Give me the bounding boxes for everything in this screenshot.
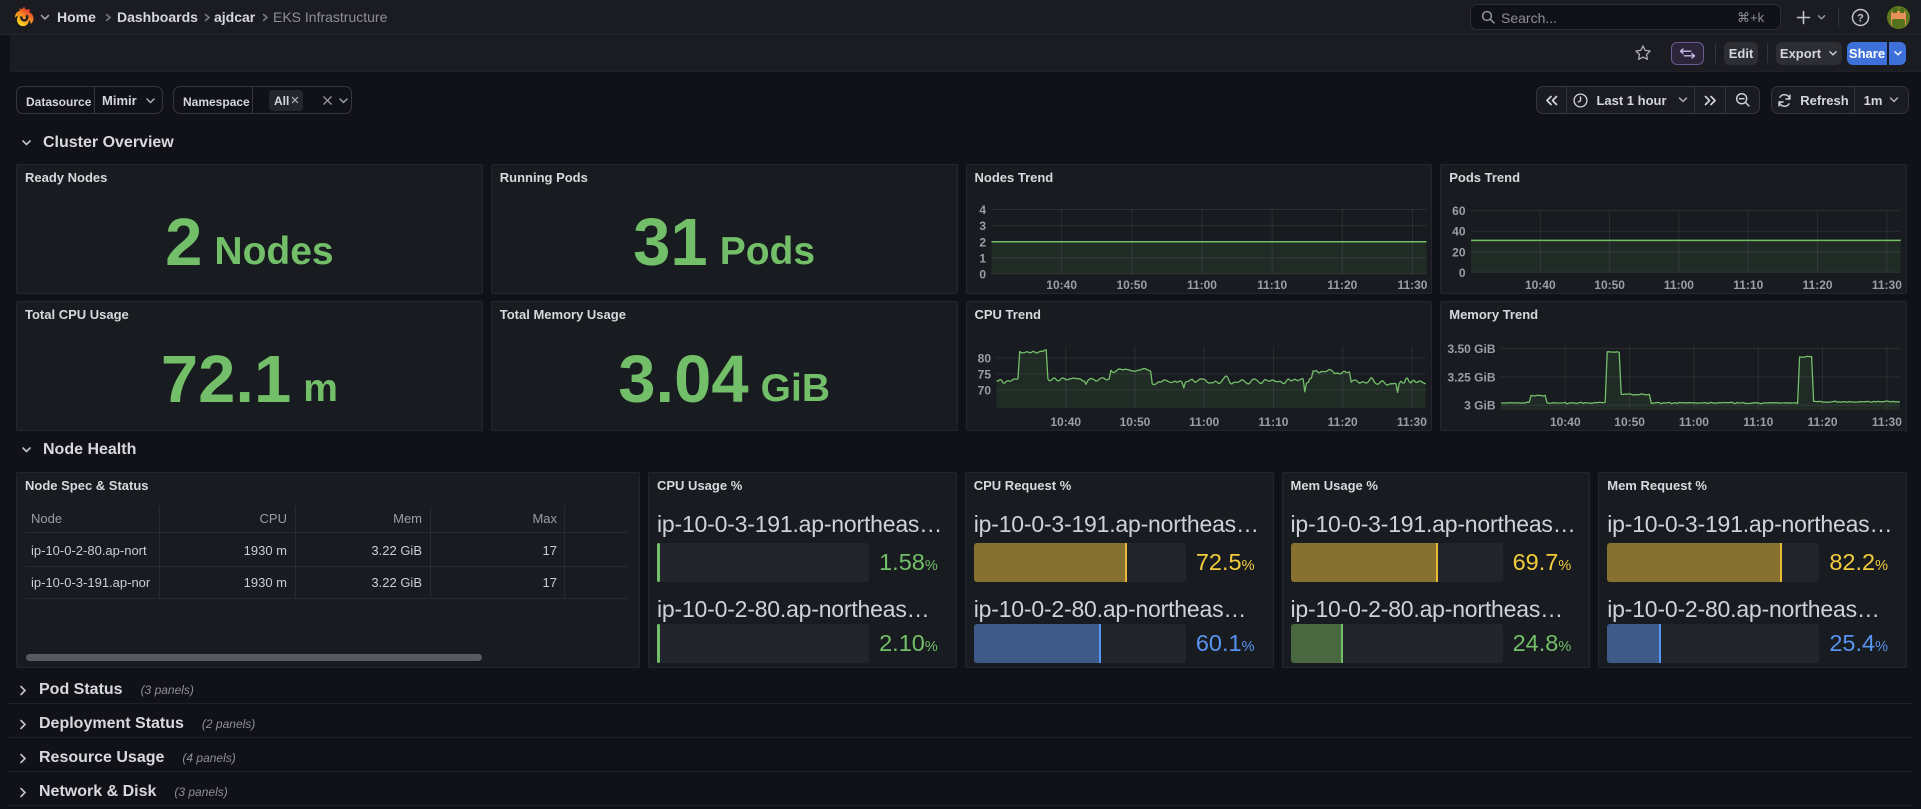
- svg-text:11:20: 11:20: [1808, 415, 1838, 429]
- svg-text:10:40: 10:40: [1050, 415, 1081, 429]
- svg-text:1: 1: [979, 251, 986, 265]
- svg-text:10:40: 10:40: [1550, 415, 1581, 429]
- svg-text:11:30: 11:30: [1396, 415, 1426, 429]
- svg-text:11:10: 11:10: [1258, 415, 1288, 429]
- svg-text:11:00: 11:00: [1186, 278, 1216, 292]
- svg-text:20: 20: [1452, 245, 1466, 259]
- svg-text:11:20: 11:20: [1803, 278, 1833, 292]
- svg-text:11:30: 11:30: [1397, 278, 1427, 292]
- svg-text:2: 2: [979, 235, 986, 249]
- svg-text:3.25 GiB: 3.25 GiB: [1448, 370, 1496, 384]
- svg-text:70: 70: [977, 384, 991, 398]
- svg-text:3 GiB: 3 GiB: [1464, 399, 1496, 413]
- svg-text:40: 40: [1452, 225, 1466, 239]
- svg-text:10:50: 10:50: [1119, 415, 1150, 429]
- svg-text:11:00: 11:00: [1679, 415, 1709, 429]
- svg-text:11:00: 11:00: [1664, 278, 1694, 292]
- svg-text:4: 4: [979, 203, 986, 217]
- svg-text:11:00: 11:00: [1189, 415, 1219, 429]
- svg-text:10:40: 10:40: [1525, 278, 1556, 292]
- svg-text:10:40: 10:40: [1046, 278, 1077, 292]
- svg-text:80: 80: [977, 352, 991, 366]
- svg-text:3: 3: [979, 219, 986, 233]
- svg-text:11:10: 11:10: [1733, 278, 1763, 292]
- svg-text:10:50: 10:50: [1116, 278, 1147, 292]
- svg-text:10:50: 10:50: [1595, 278, 1626, 292]
- svg-text:10:50: 10:50: [1615, 415, 1646, 429]
- svg-text:75: 75: [977, 368, 991, 382]
- svg-text:11:10: 11:10: [1743, 415, 1773, 429]
- svg-text:60: 60: [1452, 204, 1466, 218]
- svg-text:11:10: 11:10: [1257, 278, 1287, 292]
- svg-text:11:30: 11:30: [1872, 415, 1902, 429]
- svg-text:0: 0: [979, 268, 986, 282]
- svg-text:11:20: 11:20: [1327, 278, 1357, 292]
- svg-text:11:30: 11:30: [1872, 278, 1902, 292]
- svg-text:0: 0: [1459, 266, 1466, 280]
- svg-text:3.50 GiB: 3.50 GiB: [1448, 342, 1496, 356]
- svg-text:11:20: 11:20: [1327, 415, 1357, 429]
- svg-text:?: ?: [1857, 12, 1864, 24]
